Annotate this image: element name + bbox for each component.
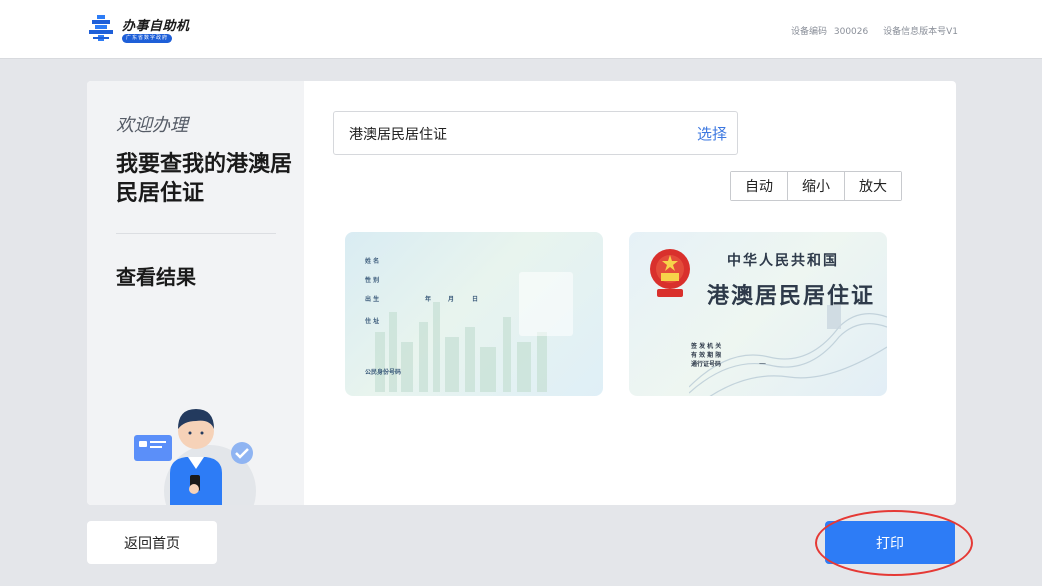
zoom-controls: 自动 缩小 放大	[730, 171, 902, 201]
year-label: 年	[425, 296, 432, 303]
document-name: 港澳居民居住证	[707, 283, 876, 309]
address-label: 住 址	[365, 318, 380, 325]
app-title: 办事自助机	[122, 19, 190, 34]
logo-tag: 广东省数字政府	[122, 34, 173, 43]
month-label: 月	[448, 296, 455, 303]
step-title: 查看结果	[116, 265, 196, 289]
zoom-in-button[interactable]: 放大	[844, 172, 901, 200]
select-button[interactable]: 选择	[697, 123, 727, 144]
device-code: 300026	[833, 27, 869, 37]
id-number-label: 公民身份号码	[365, 369, 402, 376]
selected-document-type: 港澳居民居住证	[349, 127, 447, 143]
day-label: 日	[472, 296, 479, 303]
validity-label: 有 效 期 限	[691, 352, 722, 359]
issuer-label: 签 发 机 关	[691, 343, 722, 350]
birth-label: 出 生	[365, 296, 380, 303]
divider	[116, 233, 276, 234]
device-code-label: 设备编码	[790, 27, 827, 37]
name-label: 姓 名	[365, 258, 380, 265]
national-emblem-icon	[650, 249, 690, 297]
document-type-selector[interactable]: 港澳居民居住证 选择	[333, 111, 738, 155]
return-home-button[interactable]: 返回首页	[87, 521, 217, 564]
id-card-front: 姓 名 性 别 出 生 年 月 日 住 址 公民身份号码	[345, 232, 603, 396]
main-card: 欢迎办理 我要查我的港澳居民居住证 查看结果 港澳居民居住证 选择 自动 缩小 …	[87, 81, 956, 505]
app-logo-icon	[89, 15, 113, 41]
photo-placeholder	[519, 272, 573, 336]
left-panel: 欢迎办理 我要查我的港澳居民居住证 查看结果	[87, 81, 304, 505]
header: 办事自助机 广东省数字政府 设备编码 300026 设备信息版本号V1	[0, 0, 1042, 59]
validity-dash: —	[759, 359, 766, 367]
version-label: 设备信息版本号V1	[883, 27, 958, 37]
welcome-text: 欢迎办理	[116, 115, 188, 136]
gender-label: 性 别	[365, 277, 380, 284]
permit-number-label: 通行证号码	[691, 361, 722, 368]
staff-illustration-icon	[134, 409, 256, 505]
zoom-out-button[interactable]: 缩小	[787, 172, 844, 200]
service-title: 我要查我的港澳居民居住证	[116, 152, 293, 206]
print-button[interactable]: 打印	[825, 521, 955, 564]
id-card-back: 中华人民共和国 港澳居民居住证 签 发 机 关 有 效 期 限 — 通行证号码	[629, 232, 887, 396]
nation-name: 中华人民共和国	[727, 253, 839, 269]
device-info: 设备编码 300026 设备信息版本号V1	[779, 24, 958, 37]
zoom-auto-button[interactable]: 自动	[731, 172, 787, 200]
